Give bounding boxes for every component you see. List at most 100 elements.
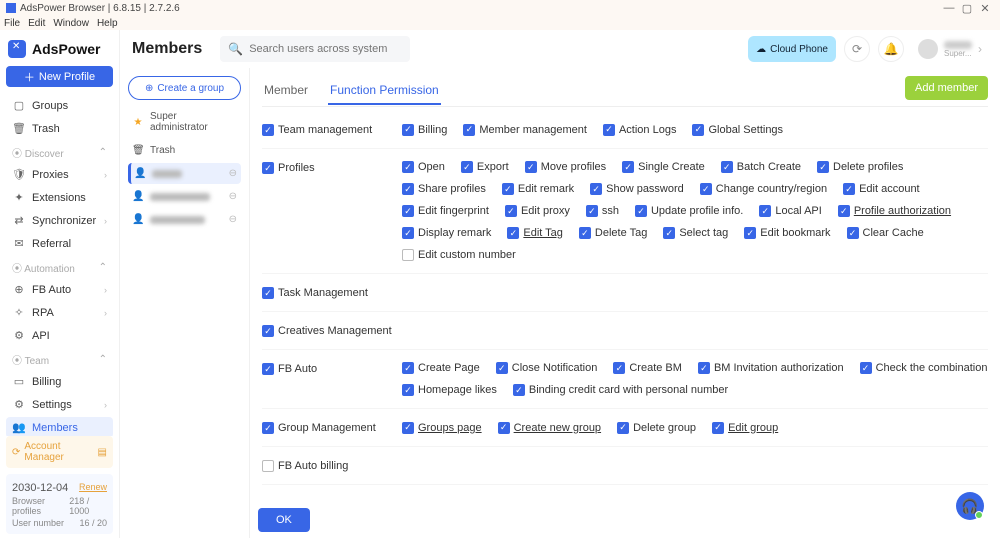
nav-group-automation[interactable]: ⦿ Automation⌃ (6, 256, 113, 277)
close-icon[interactable]: ✕ (976, 2, 994, 15)
cloud-phone-button[interactable]: ☁ Cloud Phone (748, 36, 836, 62)
perm-option[interactable]: ✓BM Invitation authorization (698, 362, 844, 374)
perm-option[interactable]: ✓Export (461, 161, 509, 173)
perm-section-checkbox[interactable]: ✓Task Management (262, 287, 368, 299)
perm-option[interactable]: ✓Edit account (843, 183, 920, 195)
perm-option[interactable]: ✓Clear Cache (847, 227, 924, 239)
sidebar-item-synchronizer[interactable]: ⇄Synchronizer› (6, 210, 113, 231)
perm-option[interactable]: ✓Action Logs (603, 123, 676, 136)
perm-option[interactable]: ✓Check the combination (860, 362, 988, 374)
perm-option[interactable]: ✓Billing (402, 123, 447, 136)
group-row[interactable]: 👤⊖ (128, 209, 241, 230)
perm-option[interactable]: ✓Move profiles (525, 161, 606, 173)
menu-help[interactable]: Help (97, 18, 118, 29)
more-icon[interactable]: ⊖ (229, 214, 237, 225)
perm-option[interactable]: ✓Edit fingerprint (402, 205, 489, 217)
checkbox-icon[interactable] (262, 460, 274, 472)
perm-option[interactable]: ✓Delete profiles (817, 161, 903, 173)
ok-button[interactable]: OK (258, 508, 310, 532)
perm-section-checkbox[interactable]: ✓Creatives Management (262, 325, 392, 337)
perm-option[interactable]: ✓Share profiles (402, 183, 486, 195)
perm-option[interactable]: ✓Homepage likes (402, 384, 497, 396)
renew-link[interactable]: Renew (79, 482, 107, 494)
perm-section-checkbox[interactable]: ✓Group Management (262, 422, 376, 434)
more-icon[interactable]: ⊖ (229, 168, 237, 179)
menu-file[interactable]: File (4, 18, 20, 29)
perm-option[interactable]: ✓Delete Tag (579, 227, 647, 239)
sidebar-item-members[interactable]: 👥Members (6, 417, 113, 436)
perm-option[interactable]: ✓Edit bookmark (744, 227, 830, 239)
perm-option[interactable]: ✓Edit remark (502, 183, 574, 195)
sidebar-item-trash[interactable]: 🗑Trash (6, 118, 113, 139)
create-group-button[interactable]: ⊕ Create a group (128, 76, 241, 100)
sidebar-item-proxies[interactable]: 🛡Proxies› (6, 164, 113, 185)
perm-section-checkbox[interactable]: FB Auto billing (262, 460, 348, 472)
perm-option[interactable]: ✓Show password (590, 183, 684, 195)
perm-option[interactable]: ✓Display remark (402, 227, 491, 239)
add-member-button[interactable]: Add member (905, 76, 988, 100)
nav-group-team[interactable]: ⦿ Team⌃ (6, 348, 113, 369)
checkbox-icon[interactable]: ✓ (262, 124, 274, 136)
checkbox-icon[interactable]: ✓ (262, 422, 274, 434)
nav-group-discover[interactable]: ⦿ Discover⌃ (6, 141, 113, 162)
checkbox-icon[interactable]: ✓ (262, 325, 274, 337)
perm-option[interactable]: ✓Edit group (712, 421, 778, 434)
perm-section-checkbox[interactable]: ✓FB Auto (262, 363, 317, 375)
perm-option[interactable]: ✓Create BM (613, 362, 682, 374)
checkbox-icon[interactable]: ✓ (262, 287, 274, 299)
new-profile-button[interactable]: ＋ New Profile (6, 66, 113, 87)
perm-option[interactable]: ✓Global Settings (692, 123, 783, 136)
perm-section-checkbox[interactable]: ✓Profiles (262, 162, 315, 174)
perm-option[interactable]: ✓Delete group (617, 421, 696, 434)
bell-icon[interactable]: 🔔 (878, 36, 904, 62)
perm-option[interactable]: ✓Batch Create (721, 161, 801, 173)
perm-option[interactable]: ✓Groups page (402, 421, 482, 434)
sidebar-item-billing[interactable]: ▭Billing (6, 371, 113, 392)
group-label: ⦿ Discover (12, 145, 64, 160)
user-name-blurred (944, 41, 972, 49)
perm-option[interactable]: ✓ssh (586, 205, 619, 217)
sidebar-item-rpa[interactable]: ✧RPA› (6, 302, 113, 323)
maximize-icon[interactable]: ▢ (958, 2, 976, 15)
perm-option[interactable]: Edit custom number (402, 249, 516, 261)
perm-option[interactable]: ✓Change country/region (700, 183, 827, 195)
sidebar-item-extensions[interactable]: ✦Extensions (6, 187, 113, 208)
checkbox-icon[interactable]: ✓ (262, 162, 274, 174)
sidebar-item-fb-auto[interactable]: ⊕FB Auto› (6, 279, 113, 300)
perm-option[interactable]: ✓Select tag (663, 227, 728, 239)
group-row[interactable]: 👤⊖ (128, 186, 241, 207)
perm-option[interactable]: ✓Member management (463, 123, 587, 136)
perm-option[interactable]: ✓Local API (759, 205, 821, 217)
perm-option[interactable]: ✓Single Create (622, 161, 705, 173)
perm-option[interactable]: ✓Create Page (402, 362, 480, 374)
perm-option[interactable]: ✓Edit Tag (507, 227, 563, 239)
group-row[interactable]: ★Super administrator (128, 106, 241, 138)
sync-icon[interactable]: ⟳ (844, 36, 870, 62)
support-fab[interactable]: 🎧 (956, 492, 984, 520)
group-row[interactable]: 👤⊖ (128, 163, 241, 184)
search-box[interactable]: 🔍 (220, 36, 410, 62)
group-row[interactable]: 🗑Trash (128, 140, 241, 161)
perm-option[interactable]: ✓Edit proxy (505, 205, 570, 217)
checkbox-icon[interactable]: ✓ (262, 363, 274, 375)
perm-option[interactable]: ✓Update profile info. (635, 205, 743, 217)
more-icon[interactable]: ⊖ (229, 191, 237, 202)
tab-member[interactable]: Member (262, 77, 310, 105)
perm-option[interactable]: ✓Create new group (498, 421, 601, 434)
menu-edit[interactable]: Edit (28, 18, 45, 29)
sidebar-item-api[interactable]: ⚙API (6, 325, 113, 346)
account-manager-button[interactable]: ⟳ Account Manager ▤ (6, 436, 113, 468)
sidebar-item-referral[interactable]: ✉Referral (6, 233, 113, 254)
perm-option[interactable]: ✓Close Notification (496, 362, 598, 374)
menu-window[interactable]: Window (53, 18, 89, 29)
sidebar-item-groups[interactable]: ▢Groups (6, 95, 113, 116)
perm-option[interactable]: ✓Profile authorization (838, 205, 951, 217)
perm-section-checkbox[interactable]: ✓Team management (262, 124, 372, 136)
user-menu[interactable]: Super... › (912, 37, 988, 61)
perm-option[interactable]: ✓Open (402, 161, 445, 173)
search-input[interactable] (249, 43, 402, 55)
minimize-icon[interactable]: — (940, 2, 958, 14)
perm-option[interactable]: ✓Binding credit card with personal numbe… (513, 384, 728, 396)
sidebar-item-settings[interactable]: ⚙Settings› (6, 394, 113, 415)
tab-function-permission[interactable]: Function Permission (328, 77, 441, 105)
